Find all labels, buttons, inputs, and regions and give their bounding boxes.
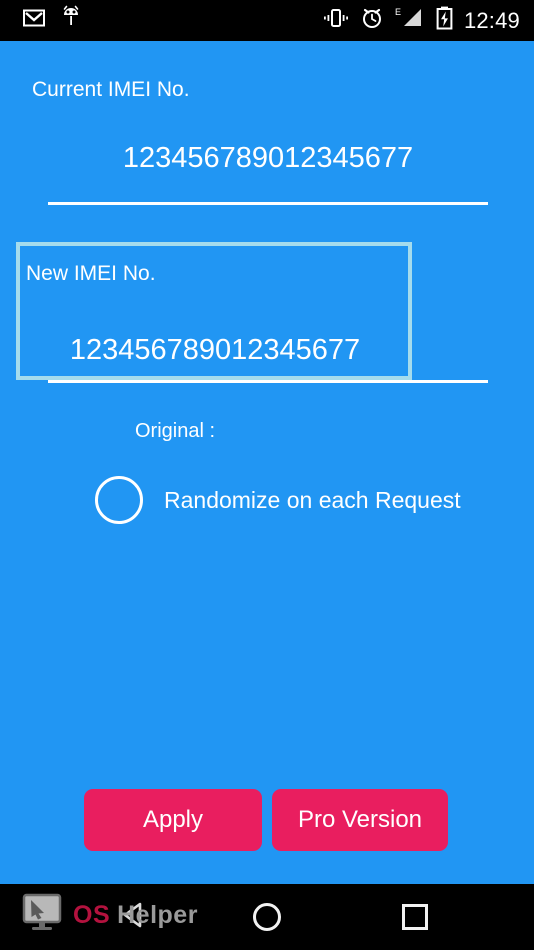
- new-imei-underline: [48, 380, 488, 383]
- android-navigation-bar: [0, 884, 534, 950]
- randomize-label: Randomize on each Request: [164, 487, 461, 513]
- back-triangle-icon: [119, 900, 149, 935]
- edge-signal-icon: E: [395, 6, 425, 35]
- alarm-clock-icon: [360, 6, 384, 35]
- status-bar-right-icons: E 12:49: [323, 0, 520, 41]
- new-imei-input[interactable]: 123456789012345677: [40, 330, 390, 370]
- new-imei-label: New IMEI No.: [26, 262, 156, 285]
- gmail-icon: [22, 6, 46, 35]
- svg-text:E: E: [395, 7, 401, 17]
- back-button[interactable]: [89, 884, 179, 950]
- status-bar-left-icons: [22, 0, 82, 41]
- randomize-radio-button[interactable]: [95, 476, 143, 524]
- current-imei-value[interactable]: 123456789012345677: [48, 138, 488, 178]
- battery-charging-icon: [436, 6, 453, 35]
- current-imei-label: Current IMEI No.: [32, 78, 190, 101]
- status-bar-clock: 12:49: [463, 8, 520, 33]
- home-circle-icon: [253, 903, 281, 931]
- original-label: Original :: [134, 420, 216, 442]
- home-button[interactable]: [222, 884, 312, 950]
- vibrate-icon: [323, 7, 349, 34]
- recents-button[interactable]: [370, 884, 460, 950]
- randomize-row[interactable]: Randomize on each Request: [95, 476, 461, 524]
- current-imei-underline: [48, 202, 488, 205]
- apply-button[interactable]: Apply: [84, 789, 262, 851]
- status-bar: E 12:49: [0, 0, 534, 41]
- phone-screen: E 12:49 Current IMEI No. 123456789012345…: [0, 0, 534, 950]
- pro-version-button[interactable]: Pro Version: [272, 789, 448, 851]
- recents-square-icon: [402, 904, 428, 930]
- android-head-icon: [60, 5, 82, 36]
